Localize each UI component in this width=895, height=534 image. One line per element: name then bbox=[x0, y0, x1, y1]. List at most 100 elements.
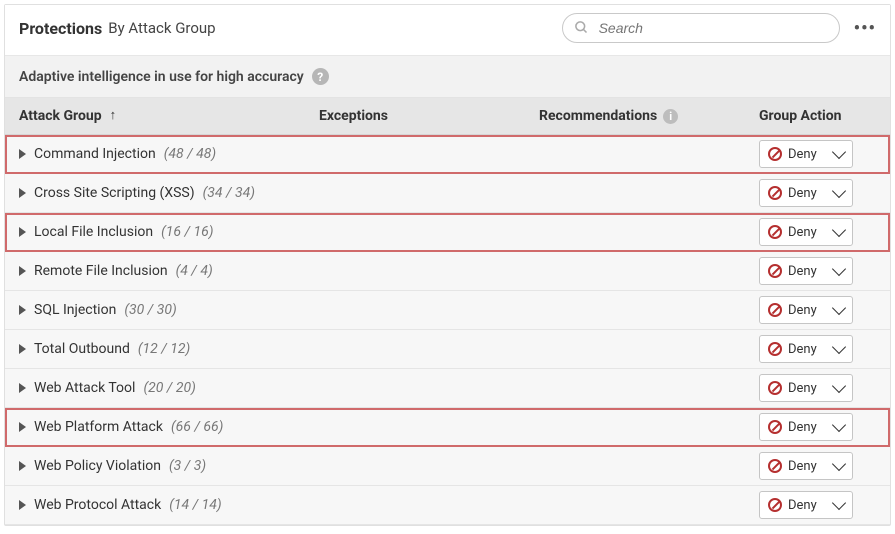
expand-icon[interactable] bbox=[19, 383, 26, 393]
attack-group-name: Command Injection bbox=[34, 146, 156, 162]
attack-group-count: (48 / 48) bbox=[164, 146, 216, 162]
col-attack-group-label: Attack Group bbox=[19, 108, 102, 124]
col-group-action[interactable]: Group Action bbox=[759, 108, 876, 124]
help-icon[interactable]: ? bbox=[312, 68, 329, 85]
group-action-cell: Deny bbox=[759, 257, 876, 285]
attack-group-name: Web Platform Attack bbox=[34, 419, 163, 435]
action-label: Deny bbox=[788, 147, 828, 162]
deny-icon bbox=[768, 381, 782, 395]
action-label: Deny bbox=[788, 342, 828, 357]
attack-group-cell[interactable]: Web Policy Violation(3 / 3) bbox=[19, 458, 319, 474]
search-input[interactable] bbox=[562, 13, 840, 43]
attack-group-cell[interactable]: Cross Site Scripting (XSS)(34 / 34) bbox=[19, 185, 319, 201]
attack-group-name: Web Attack Tool bbox=[34, 380, 135, 396]
chevron-down-icon bbox=[832, 418, 846, 432]
attack-group-cell[interactable]: SQL Injection (30 / 30) bbox=[19, 302, 319, 318]
table-row[interactable]: SQL Injection (30 / 30) Deny bbox=[5, 291, 890, 330]
action-label: Deny bbox=[788, 186, 828, 201]
group-action-select[interactable]: Deny bbox=[759, 452, 853, 480]
attack-group-count: (3 / 3) bbox=[169, 458, 206, 474]
group-action-cell: Deny bbox=[759, 413, 876, 441]
group-action-select[interactable]: Deny bbox=[759, 491, 853, 519]
chevron-down-icon bbox=[832, 340, 846, 354]
info-icon[interactable]: i bbox=[663, 109, 678, 124]
group-action-select[interactable]: Deny bbox=[759, 140, 853, 168]
attack-group-count: (14 / 14) bbox=[169, 497, 221, 513]
deny-icon bbox=[768, 303, 782, 317]
page-subtitle: By Attack Group bbox=[108, 19, 215, 37]
chevron-down-icon bbox=[832, 223, 846, 237]
group-action-select[interactable]: Deny bbox=[759, 374, 853, 402]
group-action-cell: Deny bbox=[759, 374, 876, 402]
attack-group-name: Total Outbound bbox=[34, 341, 130, 357]
table-row[interactable]: Local File Inclusion(16 / 16) Deny bbox=[5, 213, 890, 252]
expand-icon[interactable] bbox=[19, 266, 26, 276]
chevron-down-icon bbox=[832, 457, 846, 471]
action-label: Deny bbox=[788, 264, 828, 279]
page-title: Protections bbox=[19, 19, 102, 38]
table-row[interactable]: Remote File Inclusion(4 / 4) Deny bbox=[5, 252, 890, 291]
group-action-cell: Deny bbox=[759, 296, 876, 324]
table-row[interactable]: Web Policy Violation(3 / 3) Deny bbox=[5, 447, 890, 486]
col-attack-group[interactable]: Attack Group ↑ bbox=[19, 108, 319, 124]
action-label: Deny bbox=[788, 498, 828, 513]
table-row[interactable]: Web Attack Tool (20 / 20) Deny bbox=[5, 369, 890, 408]
group-action-cell: Deny bbox=[759, 179, 876, 207]
table-row[interactable]: Total Outbound (12 / 12) Deny bbox=[5, 330, 890, 369]
col-recommendations[interactable]: Recommendations i bbox=[539, 108, 759, 124]
expand-icon[interactable] bbox=[19, 305, 26, 315]
attack-group-cell[interactable]: Local File Inclusion(16 / 16) bbox=[19, 224, 319, 240]
table-row[interactable]: Web Protocol Attack(14 / 14) Deny bbox=[5, 486, 890, 525]
expand-icon[interactable] bbox=[19, 461, 26, 471]
col-exceptions[interactable]: Exceptions bbox=[319, 108, 539, 124]
attack-group-cell[interactable]: Web Platform Attack(66 / 66) bbox=[19, 419, 319, 435]
group-action-cell: Deny bbox=[759, 140, 876, 168]
expand-icon[interactable] bbox=[19, 188, 26, 198]
group-action-select[interactable]: Deny bbox=[759, 413, 853, 441]
attack-group-cell[interactable]: Remote File Inclusion(4 / 4) bbox=[19, 263, 319, 279]
chevron-down-icon bbox=[832, 262, 846, 276]
table-row[interactable]: Cross Site Scripting (XSS)(34 / 34) Deny bbox=[5, 174, 890, 213]
group-action-select[interactable]: Deny bbox=[759, 179, 853, 207]
col-group-action-label: Group Action bbox=[759, 108, 841, 124]
action-label: Deny bbox=[788, 303, 828, 318]
attack-group-count: (12 / 12) bbox=[138, 341, 190, 357]
chevron-down-icon bbox=[832, 184, 846, 198]
attack-group-cell[interactable]: Web Attack Tool (20 / 20) bbox=[19, 380, 319, 396]
col-recommendations-label: Recommendations bbox=[539, 108, 657, 124]
col-exceptions-label: Exceptions bbox=[319, 108, 388, 124]
group-action-select[interactable]: Deny bbox=[759, 218, 853, 246]
expand-icon[interactable] bbox=[19, 500, 26, 510]
banner-text: Adaptive intelligence in use for high ac… bbox=[19, 69, 304, 85]
attack-group-count: (20 / 20) bbox=[143, 380, 195, 396]
chevron-down-icon bbox=[832, 145, 846, 159]
adaptive-banner: Adaptive intelligence in use for high ac… bbox=[5, 55, 890, 98]
rows-container: Command Injection(48 / 48)DenyCross Site… bbox=[5, 135, 890, 525]
attack-group-name: Local File Inclusion bbox=[34, 224, 153, 240]
group-action-cell: Deny bbox=[759, 335, 876, 363]
more-menu-icon[interactable]: ••• bbox=[854, 18, 876, 39]
chevron-down-icon bbox=[832, 379, 846, 393]
deny-icon bbox=[768, 342, 782, 356]
attack-group-count: (4 / 4) bbox=[176, 263, 213, 279]
sort-asc-icon: ↑ bbox=[110, 107, 117, 123]
attack-group-cell[interactable]: Total Outbound (12 / 12) bbox=[19, 341, 319, 357]
table-row[interactable]: Command Injection (48 / 48) Deny bbox=[5, 135, 890, 174]
attack-group-cell[interactable]: Web Protocol Attack(14 / 14) bbox=[19, 497, 319, 513]
panel-header: Protections By Attack Group ••• bbox=[5, 5, 890, 55]
action-label: Deny bbox=[788, 225, 828, 240]
expand-icon[interactable] bbox=[19, 149, 26, 159]
group-action-select[interactable]: Deny bbox=[759, 296, 853, 324]
expand-icon[interactable] bbox=[19, 344, 26, 354]
action-label: Deny bbox=[788, 459, 828, 474]
group-action-select[interactable]: Deny bbox=[759, 335, 853, 363]
expand-icon[interactable] bbox=[19, 422, 26, 432]
attack-group-name: SQL Injection bbox=[34, 302, 116, 318]
deny-icon bbox=[768, 420, 782, 434]
group-action-select[interactable]: Deny bbox=[759, 257, 853, 285]
protections-panel: Protections By Attack Group ••• Adaptive… bbox=[4, 4, 891, 526]
expand-icon[interactable] bbox=[19, 227, 26, 237]
attack-group-count: (30 / 30) bbox=[124, 302, 176, 318]
table-row[interactable]: Web Platform Attack(66 / 66) Deny bbox=[5, 408, 890, 447]
attack-group-cell[interactable]: Command Injection (48 / 48) bbox=[19, 146, 319, 162]
